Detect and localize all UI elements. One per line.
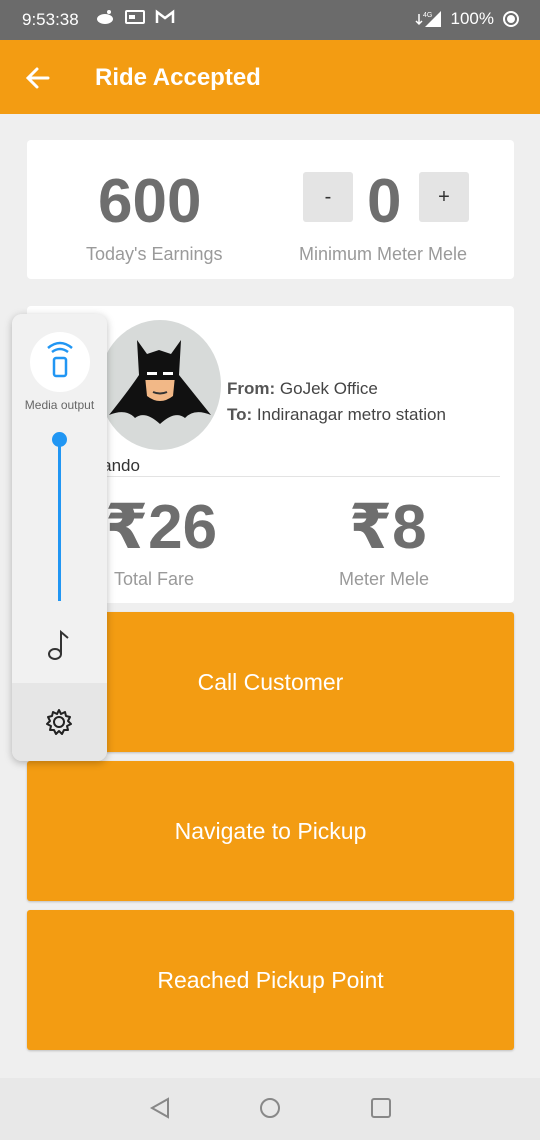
route-info: From: GoJek Office To: Indiranagar metro… — [227, 376, 446, 428]
volume-slider-track[interactable] — [58, 439, 61, 601]
back-arrow-icon[interactable] — [22, 62, 54, 94]
avatar — [99, 320, 221, 450]
status-bar: 9:53:38 4G 100% — [0, 0, 540, 40]
media-output-button[interactable] — [30, 332, 90, 392]
card-icon — [125, 10, 145, 24]
from-label: From: — [227, 379, 276, 398]
signal-icon: 4G — [414, 11, 441, 27]
meter-decrement-button[interactable]: - — [303, 172, 353, 222]
status-notification-icons — [95, 9, 175, 25]
battery-circle-icon — [503, 11, 519, 27]
gear-icon[interactable] — [44, 707, 74, 737]
status-time: 9:53:38 — [22, 10, 79, 29]
meter-increment-button[interactable]: + — [419, 172, 469, 222]
to-row: To: Indiranagar metro station — [227, 402, 446, 428]
today-earnings-value: 600 — [98, 167, 202, 236]
app-bar: Ride Accepted — [0, 40, 540, 114]
back-triangle-icon[interactable] — [148, 1096, 172, 1120]
network-type: 4G — [423, 12, 432, 19]
today-earnings-label: Today's Earnings — [86, 244, 223, 264]
from-row: From: GoJek Office — [227, 376, 446, 402]
minimum-meter-value: 0 — [367, 167, 402, 236]
volume-slider-thumb[interactable] — [52, 432, 67, 447]
volume-panel-top: Media output — [12, 314, 107, 683]
reached-pickup-point-button[interactable]: Reached Pickup Point — [27, 910, 514, 1050]
media-output-label: Media output — [24, 398, 95, 412]
volume-panel-settings-area — [12, 683, 107, 761]
batman-avatar-icon — [109, 340, 211, 424]
divider — [97, 476, 500, 477]
media-output-icon — [47, 341, 73, 378]
minimum-meter-label: Minimum Meter Mele — [299, 244, 468, 264]
battery-text: 100% — [450, 9, 494, 28]
status-right: 4G 100% — [414, 9, 520, 29]
meter-mele-label: Meter Mele — [339, 569, 430, 589]
meter-mele-value: ₹8 — [349, 493, 427, 562]
gmail-icon — [155, 9, 175, 23]
music-note-icon[interactable] — [46, 628, 72, 662]
system-nav-bar — [0, 1078, 540, 1140]
notification-icon — [97, 10, 113, 24]
to-value: Indiranagar metro station — [256, 405, 446, 424]
from-value: GoJek Office — [279, 379, 378, 398]
total-fare-label: Total Fare — [114, 569, 195, 589]
volume-panel: Media output — [12, 314, 107, 761]
earnings-card: 600 Today's Earnings - 0 + Minimum Meter… — [27, 140, 514, 279]
to-label: To: — [227, 405, 253, 424]
page-title: Ride Accepted — [95, 64, 261, 91]
home-circle-icon[interactable] — [258, 1096, 282, 1120]
total-fare-value: ₹26 — [105, 493, 218, 562]
recents-square-icon[interactable] — [369, 1096, 393, 1120]
navigate-to-pickup-button[interactable]: Navigate to Pickup — [27, 761, 514, 901]
